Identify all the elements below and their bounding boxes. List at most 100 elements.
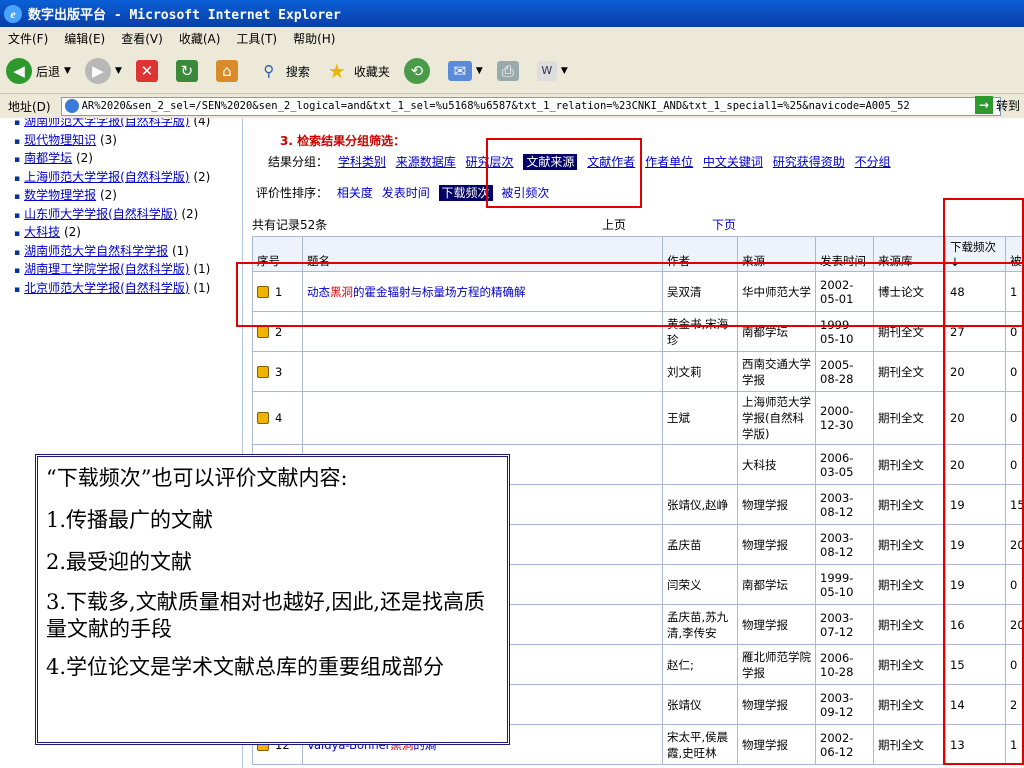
cited-cell: 0 xyxy=(1005,564,1024,605)
source-link[interactable]: 湖南师范大学自然科学学报 xyxy=(24,244,168,258)
title-cell[interactable]: 动态黑洞的霍金辐射与标量场方程的精确解 xyxy=(302,271,663,312)
source-count: (4) xyxy=(193,118,211,128)
group-funding[interactable]: 研究获得资助 xyxy=(773,155,845,169)
source-count: (2) xyxy=(75,151,93,165)
search-icon: ⚲ xyxy=(263,62,275,80)
back-button[interactable]: ◀ 后退 ▼ xyxy=(6,58,71,84)
downloads-cell: 13 xyxy=(945,724,1006,765)
address-input[interactable]: AR%2020&sen_2_sel=/SEN%2020&sen_2_logica… xyxy=(60,96,1001,116)
source-link[interactable]: 上海师范大学学报(自然科学版) xyxy=(24,170,189,184)
source-link[interactable]: 山东师大学学报(自然科学版) xyxy=(24,207,177,221)
group-label: 结果分组： xyxy=(268,155,329,169)
annotation-line: 1.传播最广的文献 xyxy=(46,508,214,532)
source-link[interactable]: 南都学坛 xyxy=(24,151,72,165)
author-cell: 张靖仪,赵峥 xyxy=(662,484,738,525)
title-cell[interactable] xyxy=(302,351,663,392)
source-link[interactable]: 北京师范大学学报(自然科学版) xyxy=(24,281,189,295)
list-item[interactable]: 南都学坛 (2) xyxy=(24,149,242,168)
home-button[interactable]: ⌂ xyxy=(215,60,242,82)
menu-tools[interactable]: 工具(T) xyxy=(236,30,277,47)
cited-cell: 0 xyxy=(1005,444,1024,485)
title-cell[interactable] xyxy=(302,311,663,352)
list-item[interactable]: 现代物理知识 (3) xyxy=(24,131,242,150)
next-page[interactable]: 下页 xyxy=(712,216,736,233)
table-row[interactable]: 1 动态黑洞的霍金辐射与标量场方程的精确解 吴双清 华中师范大学 2002-05-01 博… xyxy=(252,271,1024,312)
menu-favorites[interactable]: 收藏(A) xyxy=(179,30,221,47)
col-header-no[interactable]: 序号 xyxy=(252,236,303,272)
go-button[interactable]: → 转到 xyxy=(974,96,1020,114)
col-header-source[interactable]: 来源 xyxy=(737,236,816,272)
cited-cell: 0 xyxy=(1005,644,1024,685)
forward-button[interactable]: ▶ ▼ xyxy=(84,58,122,84)
history-button[interactable]: ⟲ xyxy=(403,58,434,84)
group-level[interactable]: 研究层次 xyxy=(466,155,514,169)
source-link[interactable]: 大科技 xyxy=(24,225,60,239)
cited-cell: 1 xyxy=(1005,271,1024,312)
list-item[interactable]: 数学物理学报 (2) xyxy=(24,186,242,205)
address-url: AR%2020&sen_2_sel=/SEN%2020&sen_2_logica… xyxy=(81,99,910,112)
list-item[interactable]: 湖南理工学院学报(自然科学版) (1) xyxy=(24,260,242,279)
col-header-downloads[interactable]: 下载频次 ↓ xyxy=(945,236,1006,272)
group-bar: 结果分组： 学科类别 来源数据库 研究层次 文献来源 文献作者 作者单位 中文关… xyxy=(268,153,891,170)
row-number-cell: 1 xyxy=(252,271,303,312)
print-button[interactable]: ⎙ xyxy=(496,61,523,81)
sort-citations[interactable]: 被引频次 xyxy=(501,186,549,200)
date-cell: 2005-08-28 xyxy=(815,351,874,392)
list-item[interactable]: 山东师大学学报(自然科学版) (2) xyxy=(24,205,242,224)
group-database[interactable]: 来源数据库 xyxy=(396,155,456,169)
source-link[interactable]: 现代物理知识 xyxy=(24,133,96,147)
group-institution[interactable]: 作者单位 xyxy=(645,155,693,169)
date-cell: 2002-05-01 xyxy=(815,271,874,312)
edit-button[interactable]: W ▼ xyxy=(536,61,568,81)
menu-edit[interactable]: 编辑(E) xyxy=(64,30,105,47)
group-subject[interactable]: 学科类别 xyxy=(338,155,386,169)
col-header-db[interactable]: 来源库 xyxy=(873,236,946,272)
list-item[interactable]: 北京师范大学学报(自然科学版) (1) xyxy=(24,279,242,298)
source-cell: 南都学坛 xyxy=(737,564,816,605)
mail-button[interactable]: ✉ ▼ xyxy=(447,61,483,81)
db-cell: 期刊全文 xyxy=(873,724,946,765)
print-icon: ⎙ xyxy=(496,61,519,81)
prev-page[interactable]: 上页 xyxy=(602,216,626,233)
sort-relevance[interactable]: 相关度 xyxy=(337,186,373,200)
group-source-selected[interactable]: 文献来源 xyxy=(523,154,578,170)
db-cell: 期刊全文 xyxy=(873,311,946,352)
dropdown-icon: ▼ xyxy=(475,66,483,76)
table-row[interactable]: 3 刘文莉 西南交通大学学报 2005-08-28 期刊全文 20 0 xyxy=(252,351,1024,392)
group-none[interactable]: 不分组 xyxy=(855,155,891,169)
row-number: 4 xyxy=(275,411,283,425)
source-link[interactable]: 湖南师范大学学报(自然科学版) xyxy=(24,118,189,128)
list-item[interactable]: 湖南师范大学学报(自然科学版) (4) xyxy=(24,118,242,131)
group-keyword[interactable]: 中文关键词 xyxy=(703,155,763,169)
title-cell[interactable] xyxy=(302,391,663,445)
menu-help[interactable]: 帮助(H) xyxy=(293,30,335,47)
db-cell: 期刊全文 xyxy=(873,484,946,525)
col-header-title[interactable]: 题名 xyxy=(302,236,663,272)
table-row[interactable]: 2 黄金书,宋海珍 南都学坛 1999-05-10 期刊全文 27 0 xyxy=(252,311,1024,352)
menu-view[interactable]: 查看(V) xyxy=(121,30,163,47)
search-button[interactable]: ⚲ 搜索 xyxy=(256,58,310,84)
list-item[interactable]: 上海师范大学学报(自然科学版) (2) xyxy=(24,168,242,187)
list-item[interactable]: 大科技 (2) xyxy=(24,223,242,242)
menu-file[interactable]: 文件(F) xyxy=(8,30,48,47)
sort-downloads-selected[interactable]: 下载频次 xyxy=(438,185,493,201)
refresh-button[interactable]: ↻ xyxy=(175,60,202,82)
author-cell: 闫荣义 xyxy=(662,564,738,605)
cited-cell: 20 xyxy=(1005,604,1024,645)
list-item[interactable]: 湖南师范大学自然科学学报 (1) xyxy=(24,242,242,261)
page-content: 湖南师范大学学报(自然科学版) (4) 现代物理知识 (3) 南都学坛 (2) … xyxy=(0,118,1024,768)
article-title-link[interactable]: 动态黑洞的霍金辐射与标量场方程的精确解 xyxy=(307,285,526,299)
source-link[interactable]: 湖南理工学院学报(自然科学版) xyxy=(24,262,189,276)
table-row[interactable]: 4 王斌 上海师范大学学报(自然科学版) 2000-12-30 期刊全文 20 0 xyxy=(252,391,1024,445)
sort-date[interactable]: 发表时间 xyxy=(382,186,430,200)
source-link[interactable]: 数学物理学报 xyxy=(24,188,96,202)
group-author[interactable]: 文献作者 xyxy=(587,155,635,169)
favorites-button[interactable]: ★ 收藏夹 xyxy=(324,58,390,84)
col-header-cited[interactable]: 被 xyxy=(1005,236,1024,272)
col-header-author[interactable]: 作者 xyxy=(662,236,738,272)
source-cell: 物理学报 xyxy=(737,604,816,645)
col-header-date[interactable]: 发表时间 xyxy=(815,236,874,272)
db-cell: 博士论文 xyxy=(873,271,946,312)
ie-logo-icon: e xyxy=(4,4,22,23)
stop-button[interactable]: ✕ xyxy=(135,60,162,82)
